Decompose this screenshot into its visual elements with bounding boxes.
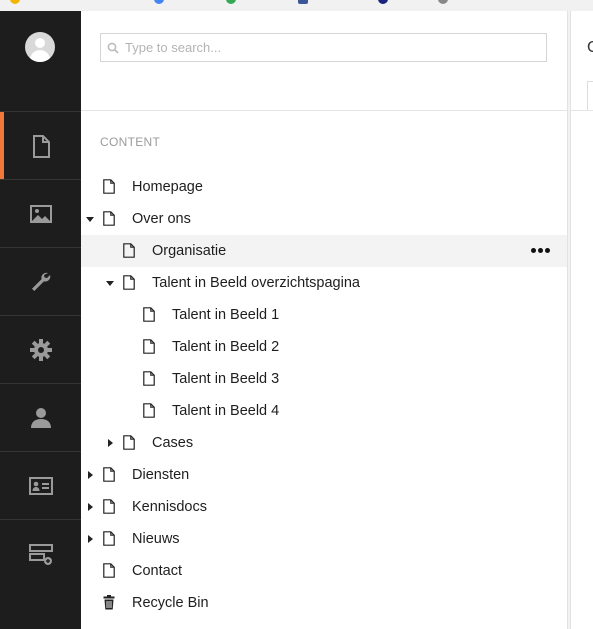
editor-title[interactable]: C	[587, 39, 593, 57]
editor-tab[interactable]	[587, 81, 593, 110]
editor-panel: C	[571, 11, 593, 629]
section-members[interactable]	[0, 451, 81, 519]
caret-right-icon[interactable]	[88, 471, 93, 479]
tree-item-label: Kennisdocs	[132, 499, 207, 515]
document-icon	[143, 371, 155, 386]
tree-item-label: Contact	[132, 563, 182, 579]
document-icon	[103, 531, 115, 546]
tree-item[interactable]: Talent in Beeld 3	[81, 363, 567, 395]
document-icon	[103, 563, 115, 578]
section-media[interactable]	[0, 179, 81, 247]
tree-item-label: Talent in Beeld 4	[172, 403, 280, 419]
wrench-icon	[31, 272, 50, 291]
cog-icon	[29, 338, 52, 361]
tree-item[interactable]: Diensten	[81, 459, 567, 491]
bookmark-icon[interactable]	[154, 0, 164, 4]
tree-item-label: Recycle Bin	[132, 595, 209, 611]
caret-down-icon[interactable]	[86, 217, 94, 222]
bookmark-icon[interactable]	[438, 0, 448, 4]
user-avatar-area[interactable]	[0, 11, 81, 111]
tree-item[interactable]: Nieuws	[81, 523, 567, 555]
editor-header: C	[571, 11, 593, 111]
document-icon	[143, 403, 155, 418]
content-tree-panel: CONTENT Homepage Over ons Organisatie Talen…	[81, 11, 567, 629]
tree-item[interactable]: Kennisdocs	[81, 491, 567, 523]
section-settings[interactable]	[0, 247, 81, 315]
section-sidebar	[0, 11, 81, 629]
document-icon	[32, 134, 50, 158]
document-icon	[143, 307, 155, 322]
section-forms[interactable]	[0, 519, 81, 587]
more-actions-button[interactable]	[531, 247, 553, 255]
tree-item-label: Talent in Beeld 2	[172, 339, 280, 355]
bookmark-icon[interactable]	[378, 0, 388, 4]
tree-item-label: Diensten	[132, 467, 190, 483]
document-icon	[123, 435, 135, 450]
tree-item-label: Organisatie	[152, 243, 227, 259]
image-icon	[29, 204, 52, 223]
avatar[interactable]	[25, 32, 55, 62]
tree-item[interactable]: Organisatie	[81, 235, 567, 267]
tree-item-label: Talent in Beeld overzichtspagina	[152, 275, 360, 291]
bookmark-icon[interactable]	[10, 0, 20, 4]
bookmark-icon[interactable]	[298, 0, 308, 4]
document-icon	[123, 275, 135, 290]
tree-item-label: Talent in Beeld 3	[172, 371, 280, 387]
bookmark-icon[interactable]	[226, 0, 236, 4]
tree-item-label: Over ons	[132, 211, 191, 227]
tree-section-title: CONTENT	[100, 135, 161, 149]
tree-item[interactable]: Talent in Beeld 1	[81, 299, 567, 331]
document-icon	[143, 339, 155, 354]
trash-icon	[103, 595, 115, 610]
tree-item[interactable]: Cases	[81, 427, 567, 459]
caret-right-icon[interactable]	[88, 535, 93, 543]
search-icon	[107, 42, 119, 54]
tree-item[interactable]: Talent in Beeld overzichtspagina	[81, 267, 567, 299]
document-icon	[103, 467, 115, 482]
section-developer[interactable]	[0, 315, 81, 383]
document-icon	[103, 211, 115, 226]
tree-item-label: Talent in Beeld 1	[172, 307, 280, 323]
tree-item-label: Nieuws	[132, 531, 180, 547]
tree-item-label: Cases	[152, 435, 194, 451]
user-icon	[30, 407, 51, 428]
tree-item[interactable]: Homepage	[81, 171, 567, 203]
search-area	[81, 11, 567, 111]
search-input[interactable]	[125, 37, 535, 57]
section-content[interactable]	[0, 111, 81, 179]
tree-item[interactable]: Over ons	[81, 203, 567, 235]
document-icon	[103, 499, 115, 514]
caret-right-icon[interactable]	[108, 439, 113, 447]
document-icon	[103, 179, 115, 194]
caret-right-icon[interactable]	[88, 503, 93, 511]
tree-item[interactable]: Talent in Beeld 4	[81, 395, 567, 427]
tree-item-recycle-bin[interactable]: Recycle Bin	[81, 587, 567, 619]
forms-icon	[28, 543, 53, 565]
search-box[interactable]	[100, 33, 547, 62]
caret-down-icon[interactable]	[106, 281, 114, 286]
document-icon	[123, 243, 135, 258]
tree-item-label: Homepage	[132, 179, 203, 195]
section-users[interactable]	[0, 383, 81, 451]
tree-item[interactable]: Contact	[81, 555, 567, 587]
tree-item[interactable]: Talent in Beeld 2	[81, 331, 567, 363]
id-card-icon	[28, 476, 53, 495]
